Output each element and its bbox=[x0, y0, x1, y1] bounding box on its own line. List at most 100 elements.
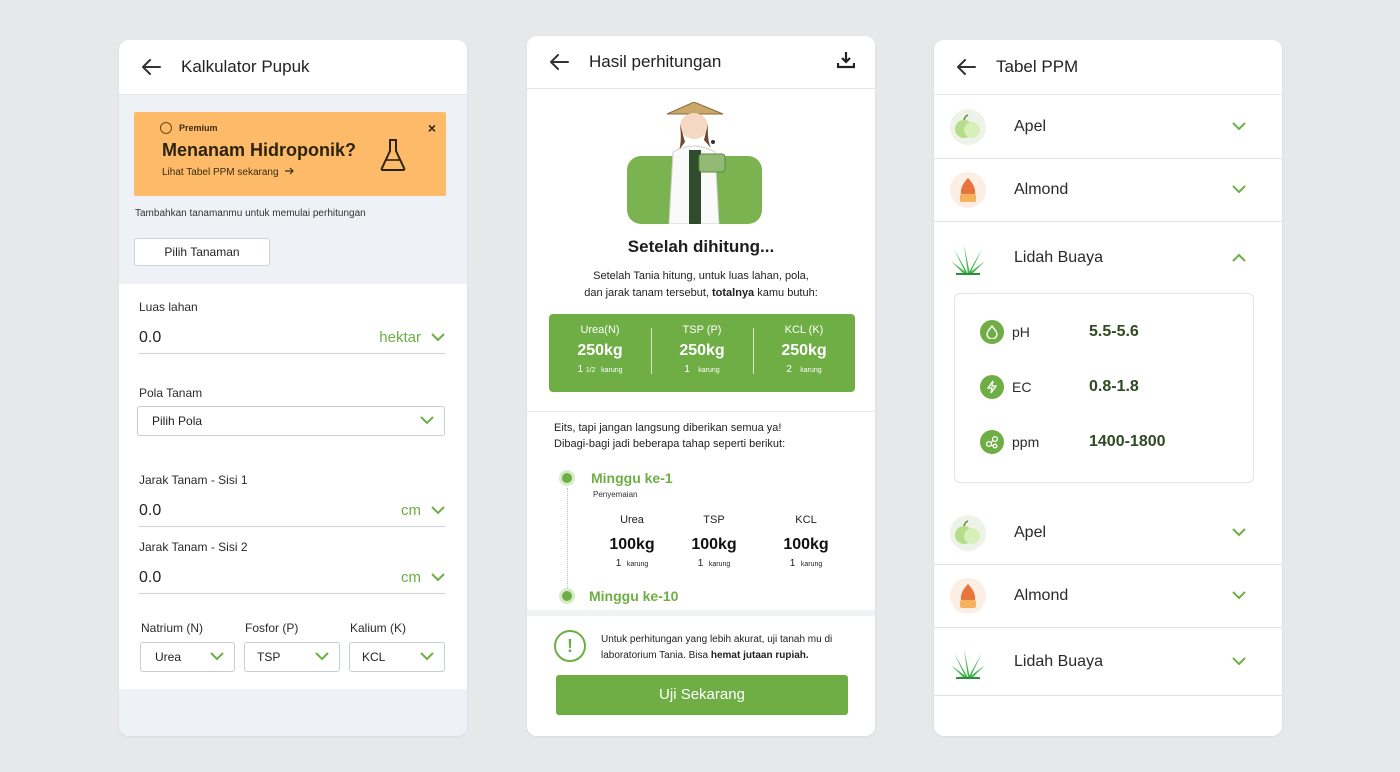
step-kcl: KCL 100kg 1 karung bbox=[771, 514, 841, 569]
total-urea: Urea(N) 250kg 1 1/2 karung bbox=[549, 314, 651, 392]
flask-icon bbox=[380, 138, 406, 177]
timeline-line bbox=[567, 488, 568, 598]
total-tsp: TSP (P) 250kg 1 karung bbox=[651, 314, 753, 392]
total-kg: 250kg bbox=[781, 342, 827, 359]
app-bar: Tabel PPM bbox=[934, 40, 1282, 95]
sack-unit: karung bbox=[626, 561, 649, 568]
premium-badge: Premium bbox=[160, 122, 434, 134]
nitrogen-select[interactable]: Urea bbox=[140, 642, 235, 672]
farmer-illustration bbox=[627, 101, 762, 225]
sack-count: 1 bbox=[615, 558, 622, 569]
page-title: Hasil perhitungan bbox=[589, 52, 722, 71]
result-heading: Setelah dihitung... bbox=[627, 237, 775, 256]
sack-unit: karung bbox=[601, 367, 623, 374]
planting-pattern-label: Pola Tanam bbox=[139, 386, 203, 400]
total-kg: 250kg bbox=[679, 342, 725, 359]
timeline-dot bbox=[559, 588, 575, 604]
aloe-icon bbox=[950, 644, 986, 680]
item-name: Almond bbox=[1014, 587, 1069, 604]
chevron-down-icon bbox=[1232, 587, 1246, 605]
chevron-down-icon bbox=[315, 650, 329, 664]
accordion-item-lidah-buaya[interactable]: Lidah Buaya bbox=[934, 222, 1282, 293]
page-title: Kalkulator Pupuk bbox=[181, 57, 310, 76]
land-area-field[interactable]: 0.0 hektar bbox=[139, 322, 445, 354]
chevron-down-icon bbox=[420, 650, 434, 664]
spacing-side2-field[interactable]: 0.0 cm bbox=[139, 562, 445, 594]
accordion-item-almond[interactable]: Almond bbox=[934, 159, 1282, 222]
accordion-item-apel[interactable]: Apel bbox=[934, 96, 1282, 159]
land-area-label: Luas lahan bbox=[139, 300, 198, 314]
spacing-side1-label: Jarak Tanam - Sisi 1 bbox=[139, 473, 248, 487]
sack-unit: karung bbox=[800, 367, 822, 374]
sack-count: 1 bbox=[697, 558, 704, 569]
step-col-sacks: 1 karung bbox=[771, 558, 841, 569]
item-name: Apel bbox=[1014, 118, 1047, 135]
accordion-item-apel[interactable]: Apel bbox=[934, 502, 1282, 565]
back-arrow-icon[interactable] bbox=[547, 50, 571, 74]
chevron-down-icon bbox=[420, 414, 434, 428]
aloe-icon bbox=[950, 240, 986, 276]
fertilizer-calculator-screen: Kalkulator Pupuk Premium Menanam Hidropo… bbox=[119, 40, 467, 736]
step-title: Minggu ke-1 bbox=[591, 470, 673, 486]
app-bar: Kalkulator Pupuk bbox=[119, 40, 467, 95]
phosphorus-value: TSP bbox=[257, 650, 281, 664]
sack-unit: karung bbox=[698, 367, 720, 374]
step-title: Minggu ke-10 bbox=[589, 588, 679, 604]
result-description-line2: dan jarak tanam tersebut, totalnya kamu … bbox=[527, 285, 875, 302]
spacing-side1-unit[interactable]: cm bbox=[401, 502, 421, 519]
pick-plant-button[interactable]: Pilih Tanaman bbox=[134, 238, 270, 266]
test-now-button[interactable]: Uji Sekarang bbox=[556, 675, 848, 715]
chevron-down-icon[interactable] bbox=[431, 569, 445, 587]
potassium-value: KCL bbox=[362, 650, 386, 664]
arrow-right-icon bbox=[284, 167, 294, 178]
detail-value: 1400-1800 bbox=[1089, 433, 1166, 450]
detail-label: ppm bbox=[1012, 434, 1040, 450]
planting-pattern-value: Pilih Pola bbox=[152, 414, 203, 428]
total-sacks: 1 karung bbox=[651, 364, 753, 375]
chevron-down-icon[interactable] bbox=[431, 329, 445, 347]
exclamation-icon: ! bbox=[554, 630, 586, 662]
total-sacks: 2 karung bbox=[753, 364, 855, 375]
note-emphasis: hemat jutaan rupiah. bbox=[710, 650, 809, 661]
instruction-text: Tambahkan tanamanmu untuk memulai perhit… bbox=[135, 208, 366, 219]
download-icon[interactable] bbox=[836, 51, 856, 74]
almond-icon bbox=[950, 578, 986, 614]
item-name: Lidah Buaya bbox=[1014, 652, 1103, 670]
chevron-down-icon[interactable] bbox=[431, 502, 445, 520]
totals-card: Urea(N) 250kg 1 1/2 karung TSP (P) 250kg… bbox=[549, 314, 855, 392]
apple-icon bbox=[950, 109, 986, 145]
accordion-item-lidah-buaya[interactable]: Lidah Buaya bbox=[934, 628, 1282, 696]
close-icon[interactable]: × bbox=[428, 120, 436, 136]
sack-count: 1 bbox=[789, 558, 796, 569]
timeline-dot bbox=[559, 470, 575, 486]
land-area-value: 0.0 bbox=[139, 328, 162, 346]
planting-pattern-select[interactable]: Pilih Pola bbox=[137, 406, 445, 436]
sack-unit: karung bbox=[800, 561, 823, 568]
staged-warning: Eits, tapi jangan langsung diberikan sem… bbox=[554, 420, 785, 452]
divider bbox=[527, 411, 875, 412]
accordion-item-almond[interactable]: Almond bbox=[934, 565, 1282, 628]
land-area-unit[interactable]: hektar bbox=[379, 329, 421, 346]
spacing-side2-unit[interactable]: cm bbox=[401, 569, 421, 586]
spacing-side1-field[interactable]: 0.0 cm bbox=[139, 495, 445, 527]
back-arrow-icon[interactable] bbox=[954, 55, 978, 79]
step-col-kg: 100kg bbox=[691, 536, 737, 553]
total-name: KCL (K) bbox=[784, 324, 824, 336]
desc-emphasis: totalnya bbox=[712, 287, 755, 299]
step-subtitle: Penyemaian bbox=[593, 490, 638, 499]
result-description: Setelah Tania hitung, untuk luas lahan, … bbox=[527, 268, 875, 302]
almond-icon bbox=[950, 172, 986, 208]
back-arrow-icon[interactable] bbox=[139, 55, 163, 79]
step-col-sacks: 1 karung bbox=[679, 558, 749, 569]
ppm-detail-card: pH 5.5-5.6 EC 0.8-1.8 ppm 1400-1800 bbox=[954, 293, 1254, 483]
sack-count: 2 bbox=[786, 364, 792, 375]
drop-icon bbox=[980, 320, 1004, 344]
potassium-select[interactable]: KCL bbox=[349, 642, 445, 672]
chevron-down-icon bbox=[210, 650, 224, 664]
premium-promo-banner[interactable]: Premium Menanam Hidroponik? Lihat Tabel … bbox=[134, 112, 446, 196]
warning-line1: Eits, tapi jangan langsung diberikan sem… bbox=[554, 422, 782, 434]
premium-badge-label: Premium bbox=[179, 123, 218, 133]
detail-row-ph: pH 5.5-5.6 bbox=[980, 320, 1139, 344]
phosphorus-select[interactable]: TSP bbox=[244, 642, 340, 672]
total-sacks: 1 1/2 karung bbox=[549, 364, 651, 375]
